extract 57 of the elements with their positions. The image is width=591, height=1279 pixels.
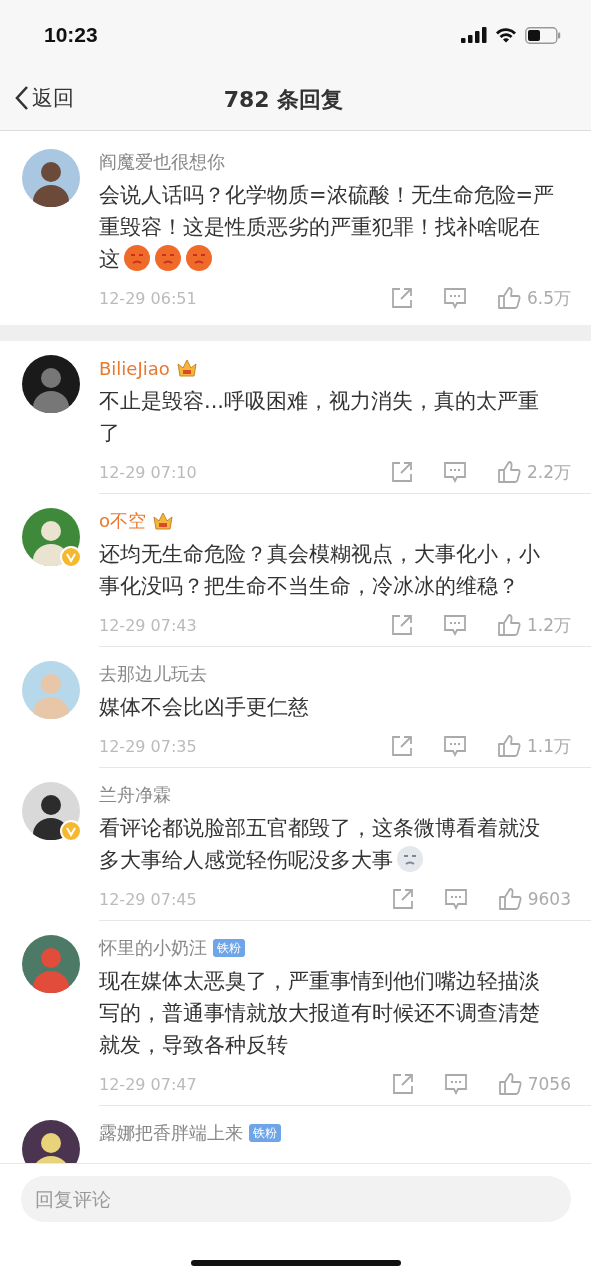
thumbs-up-icon xyxy=(496,734,521,758)
share-icon[interactable] xyxy=(391,1073,414,1095)
comment-icon[interactable] xyxy=(443,1073,468,1095)
like-button[interactable]: 7056 xyxy=(497,1072,571,1096)
user-name[interactable]: 阎魔爱也很想你 xyxy=(99,150,225,174)
comment-text: 媒体不会比凶手更仁慈 xyxy=(99,695,309,719)
comment-time: 12-29 07:45 xyxy=(99,889,198,909)
user-name[interactable]: o不空 xyxy=(99,509,146,533)
like-button[interactable]: 1.2万 xyxy=(496,613,571,637)
clock-time: 10:23 xyxy=(44,23,98,47)
share-icon[interactable] xyxy=(390,614,413,636)
user-name[interactable]: BilieJiao xyxy=(99,357,170,379)
user-name[interactable]: 去那边儿玩去 xyxy=(99,662,207,686)
signal-icon xyxy=(461,27,487,43)
comment-icon[interactable] xyxy=(442,614,467,636)
comment-time: 12-29 06:51 xyxy=(99,288,198,308)
thumbs-up-icon xyxy=(497,887,522,911)
comment-icon[interactable] xyxy=(443,888,468,910)
thumbs-up-icon xyxy=(496,460,521,484)
crown-icon xyxy=(175,358,198,378)
thumbs-up-icon xyxy=(496,613,521,637)
back-button[interactable]: 返回 xyxy=(14,84,74,112)
comment-text: 还均无生命危险？真会模糊视点，大事化小，小事化没吗？把生命不当生命，冷冰冰的维稳？ xyxy=(99,542,540,598)
like-button[interactable]: 9603 xyxy=(497,887,571,911)
thumbs-up-icon xyxy=(497,1072,522,1096)
comment-icon[interactable] xyxy=(442,287,467,309)
comment-text: 看评论都说脸部五官都毁了，这条微博看着就没多大事给人感觉轻伤呢没多大事 xyxy=(99,816,540,872)
share-icon[interactable] xyxy=(391,888,414,910)
share-icon[interactable] xyxy=(390,461,413,483)
avatar-icon[interactable] xyxy=(22,149,80,207)
user-name[interactable]: 露娜把香胖端上来 xyxy=(99,1121,243,1145)
share-icon[interactable] xyxy=(390,287,413,309)
reply-input-field[interactable]: 回复评论 xyxy=(20,1176,571,1222)
comment-icon[interactable] xyxy=(442,735,467,757)
avatar-icon[interactable] xyxy=(22,355,80,413)
comment-text: 会说人话吗？化学物质=浓硫酸！无生命危险=严重毁容！这是性质恶劣的严重犯罪！找补啥呢在这 xyxy=(99,183,555,271)
comment-time: 12-29 07:10 xyxy=(99,462,198,482)
wifi-icon xyxy=(495,27,517,43)
battery-icon xyxy=(525,26,561,44)
chevron-left-icon xyxy=(14,85,30,111)
comment-time: 12-29 07:47 xyxy=(99,1074,198,1094)
fan-badge: 铁粉 xyxy=(213,939,245,957)
comment-icon[interactable] xyxy=(442,461,467,483)
comment-text: 不止是毁容...呼吸困难，视力消失，真的太严重了 xyxy=(99,389,540,445)
thumbs-up-icon xyxy=(496,286,521,310)
user-name[interactable]: 兰舟净霖 xyxy=(99,783,171,807)
page-title: 782 条回复 xyxy=(223,86,344,114)
like-button[interactable]: 1.1万 xyxy=(496,734,571,758)
crown-icon xyxy=(152,511,174,531)
user-name[interactable]: 怀里的小奶汪 xyxy=(99,936,207,960)
like-button[interactable]: 6.5万 xyxy=(496,286,571,310)
comment-time: 12-29 07:35 xyxy=(99,736,198,756)
comment-time: 12-29 07:43 xyxy=(99,615,198,635)
like-button[interactable]: 2.2万 xyxy=(496,460,571,484)
share-icon[interactable] xyxy=(390,735,413,757)
comment-text: 现在媒体太恶臭了，严重事情到他们嘴边轻描淡写的，普通事情就放大报道有时候还不调查清楚就发，导致各种反转 xyxy=(99,969,540,1057)
fan-badge: 铁粉 xyxy=(249,1124,281,1142)
